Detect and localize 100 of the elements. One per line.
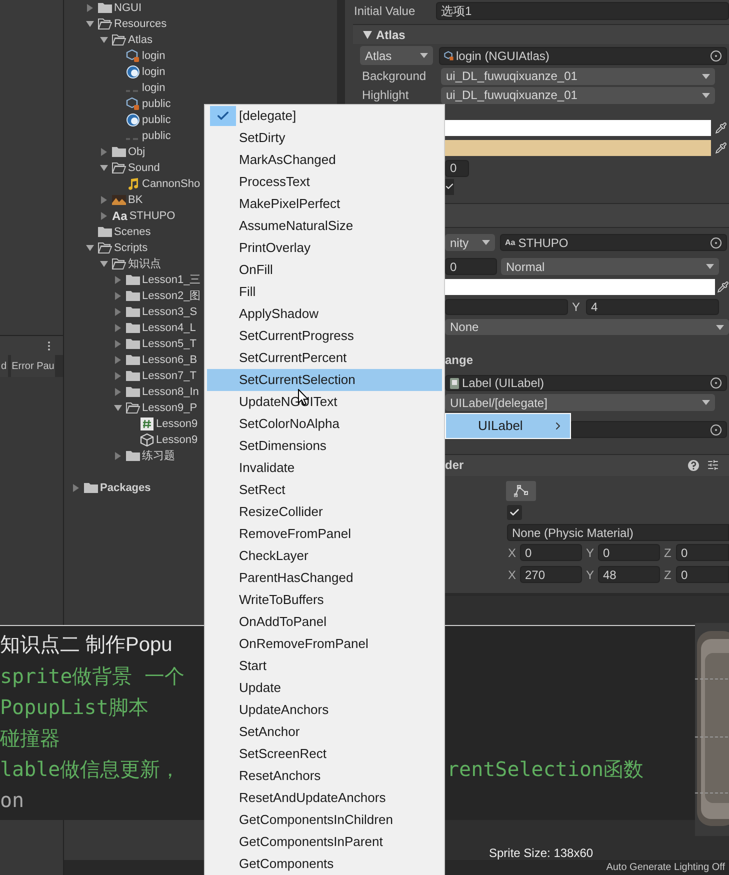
tree-item[interactable]: 练习题 — [142, 448, 175, 464]
tree-item[interactable]: Lesson1_三 — [142, 272, 201, 288]
tree-item[interactable]: Scripts — [114, 240, 148, 256]
caret-icon[interactable] — [114, 340, 122, 348]
number-field[interactable]: 0 — [520, 544, 582, 562]
sprite-dropdown[interactable]: ui_DL_fuwuqixuanze_01 — [441, 68, 715, 85]
menu-item[interactable]: WriteToBuffers — [207, 589, 442, 611]
menu-item[interactable]: ResizeCollider — [207, 501, 442, 523]
menu-item[interactable]: ApplyShadow — [207, 303, 442, 325]
tree-item[interactable]: login — [142, 48, 166, 64]
menu-item[interactable]: SetScreenRect — [207, 743, 442, 765]
menu-item[interactable]: Fill — [207, 281, 442, 303]
tree-item[interactable]: Lesson3_S — [142, 304, 198, 320]
tree-item[interactable]: Lesson5_T — [142, 336, 196, 352]
tree-item[interactable]: BK — [128, 192, 143, 208]
tree-item[interactable]: public — [142, 96, 171, 112]
text-field[interactable]: 选项1 — [436, 2, 729, 20]
tree-item[interactable]: Packages — [100, 480, 151, 496]
caret-icon[interactable] — [86, 4, 94, 12]
menu-item[interactable]: SetDimensions — [207, 435, 442, 457]
caret-icon[interactable] — [72, 484, 80, 492]
atlas-type-dropdown[interactable]: Atlas — [360, 46, 433, 66]
object-field[interactable] — [570, 421, 727, 438]
caret-icon[interactable] — [114, 356, 122, 364]
tree-item[interactable]: Lesson7_T — [142, 368, 196, 384]
object-picker-icon[interactable] — [710, 424, 722, 436]
object-field[interactable]: Label (UILabel) — [445, 375, 727, 392]
menu-item[interactable]: RemoveFromPanel — [207, 523, 442, 545]
caret-icon[interactable] — [363, 30, 372, 39]
eyedropper-icon[interactable] — [715, 142, 727, 154]
menu-item[interactable]: GetComponentsInParent — [207, 831, 442, 853]
caret-icon[interactable] — [100, 212, 108, 220]
object-field[interactable]: Aa STHUPO — [500, 234, 727, 252]
tree-item[interactable]: Resources — [114, 16, 167, 32]
tree-item[interactable]: public — [142, 128, 171, 144]
menu-item[interactable]: ResetAnchors — [207, 765, 442, 787]
caret-icon[interactable] — [114, 292, 122, 300]
caret-icon[interactable] — [100, 164, 108, 172]
caret-icon[interactable] — [86, 20, 94, 28]
menu-item[interactable]: UILabel — [446, 414, 570, 438]
number-field[interactable]: 0 — [445, 160, 469, 177]
menu-item[interactable]: SetAnchor — [207, 721, 442, 743]
number-field[interactable]: 0 — [676, 544, 729, 562]
menu-item[interactable]: AssumeNaturalSize — [207, 215, 442, 237]
tree-item[interactable]: Atlas — [128, 32, 152, 48]
color-field[interactable] — [445, 140, 711, 156]
caret-icon[interactable] — [114, 324, 122, 332]
number-field[interactable]: 270 — [520, 566, 582, 584]
number-field[interactable]: 48 — [598, 566, 660, 584]
menu-item[interactable]: ParentHasChanged — [207, 567, 442, 589]
tree-item[interactable]: CannonSho — [142, 176, 200, 192]
menu-item[interactable]: UpdateAnchors — [207, 699, 442, 721]
caret-icon[interactable] — [100, 148, 108, 156]
help-icon[interactable] — [688, 460, 699, 471]
tree-item[interactable]: Lesson6_B — [142, 352, 198, 368]
menu-item[interactable]: GetComponentsInChildren — [207, 809, 442, 831]
filter-tab[interactable]: d — [0, 355, 8, 377]
menu-item[interactable]: Invalidate — [207, 457, 442, 479]
tree-item[interactable]: login — [142, 64, 166, 80]
filter-tab[interactable]: Error Pau — [10, 355, 56, 377]
tree-item[interactable]: Lesson8_In — [142, 384, 199, 400]
color-field[interactable] — [445, 120, 711, 136]
menu-item[interactable]: [delegate] — [207, 105, 442, 127]
number-field[interactable]: 0 — [676, 566, 729, 584]
tree-item[interactable]: Lesson9 — [156, 432, 198, 448]
tree-item[interactable]: 知识点 — [128, 256, 161, 272]
font-type-dropdown[interactable]: nity — [445, 234, 495, 252]
tree-item[interactable]: NGUI — [114, 0, 142, 16]
menu-item[interactable]: SetCurrentPercent — [207, 347, 442, 369]
caret-icon[interactable] — [100, 260, 108, 268]
settings-icon[interactable] — [707, 459, 719, 472]
menu-item[interactable]: MarkAsChanged — [207, 149, 442, 171]
tree-item[interactable]: Lesson9_P — [142, 400, 198, 416]
menu-item[interactable]: SetCurrentSelection — [207, 369, 442, 391]
tree-item[interactable]: public — [142, 112, 171, 128]
caret-icon[interactable] — [114, 372, 122, 380]
tree-item[interactable]: Lesson2_图 — [142, 288, 201, 304]
caret-icon[interactable] — [100, 36, 108, 44]
object-field[interactable]: None (Physic Material) — [507, 524, 729, 542]
object-field[interactable]: login (NGUIAtlas) — [439, 46, 727, 65]
font-style-dropdown[interactable]: Normal — [501, 258, 719, 276]
eyedropper-icon[interactable] — [715, 122, 727, 134]
caret-icon[interactable] — [114, 276, 122, 284]
number-field[interactable]: 0 — [598, 544, 660, 562]
tree-item[interactable]: Lesson9 — [156, 416, 198, 432]
menu-item[interactable]: Start — [207, 655, 442, 677]
tree-item[interactable]: Sound — [128, 160, 160, 176]
sprite-dropdown[interactable]: ui_DL_fuwuqixuanze_01 — [441, 86, 715, 104]
menu-item[interactable]: SetDirty — [207, 127, 442, 149]
menu-item[interactable]: SetRect — [207, 479, 442, 501]
caret-icon[interactable] — [114, 404, 122, 412]
color-field[interactable] — [445, 279, 715, 296]
menu-item[interactable]: OnFill — [207, 259, 442, 281]
section-header[interactable]: Atlas — [353, 24, 729, 44]
caret-icon[interactable] — [114, 388, 122, 396]
checkbox[interactable] — [445, 178, 454, 195]
menu-item[interactable]: ProcessText — [207, 171, 442, 193]
menu-item[interactable]: SetCurrentProgress — [207, 325, 442, 347]
caret-icon[interactable] — [114, 452, 122, 460]
menu-item[interactable]: PrintOverlay — [207, 237, 442, 259]
